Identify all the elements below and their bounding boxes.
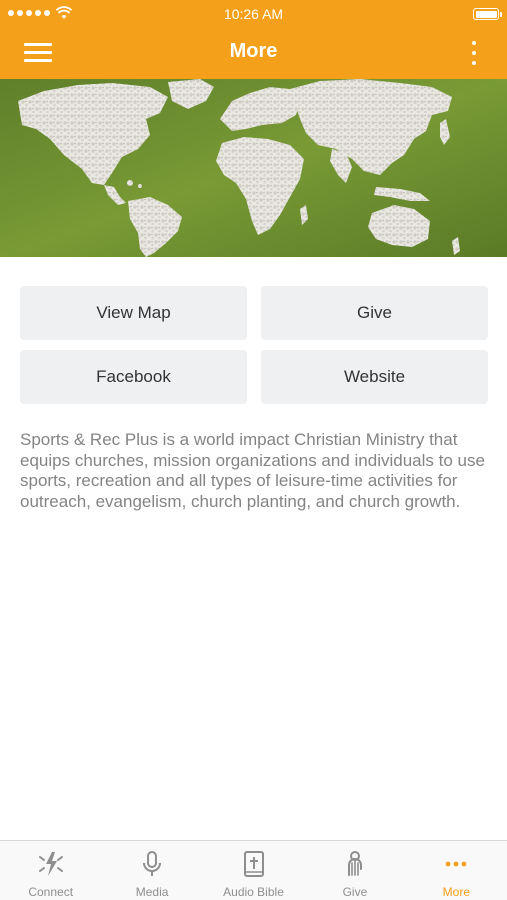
facebook-label: Facebook: [96, 367, 171, 386]
overflow-menu-icon[interactable]: [465, 40, 483, 66]
battery-tip: [500, 12, 502, 17]
tab-media[interactable]: Media: [101, 841, 202, 900]
tab-media-label: Media: [135, 885, 169, 899]
tab-connect-label: Connect: [28, 885, 74, 899]
ministry-description: Sports & Rec Plus is a world impact Chri…: [20, 430, 485, 511]
give-label: Give: [357, 303, 392, 322]
view-map-label: View Map: [96, 303, 171, 322]
website-label: Website: [343, 367, 406, 386]
navigation-bar: 10:26 AM More: [0, 0, 507, 79]
battery-icon: [473, 8, 499, 20]
more-dots-icon: [445, 861, 467, 867]
status-bar: 10:26 AM: [0, 0, 507, 28]
status-time: 10:26 AM: [223, 6, 284, 22]
bottom-tab-bar: Connect Media Audio Bible Give More: [0, 840, 507, 900]
tab-more-label: More: [442, 885, 470, 899]
bible-icon: [243, 851, 264, 877]
give-button[interactable]: Give: [261, 286, 488, 340]
tab-audio-bible-label: Audio Bible: [223, 885, 284, 899]
tab-give-label: Give: [342, 885, 368, 899]
world-map-hero-image: [0, 79, 507, 257]
tab-audio-bible[interactable]: Audio Bible: [203, 841, 304, 900]
microphone-icon: [143, 851, 162, 876]
hamburger-menu-icon[interactable]: [24, 40, 54, 64]
give-icon: [347, 851, 362, 876]
connect-icon: [38, 852, 63, 876]
view-map-button[interactable]: View Map: [20, 286, 247, 340]
facebook-button[interactable]: Facebook: [20, 350, 247, 404]
tab-more[interactable]: More: [406, 841, 507, 900]
tab-give[interactable]: Give: [304, 841, 405, 900]
website-button[interactable]: Website: [261, 350, 488, 404]
page-title: More: [229, 40, 278, 62]
tab-connect[interactable]: Connect: [0, 841, 101, 900]
